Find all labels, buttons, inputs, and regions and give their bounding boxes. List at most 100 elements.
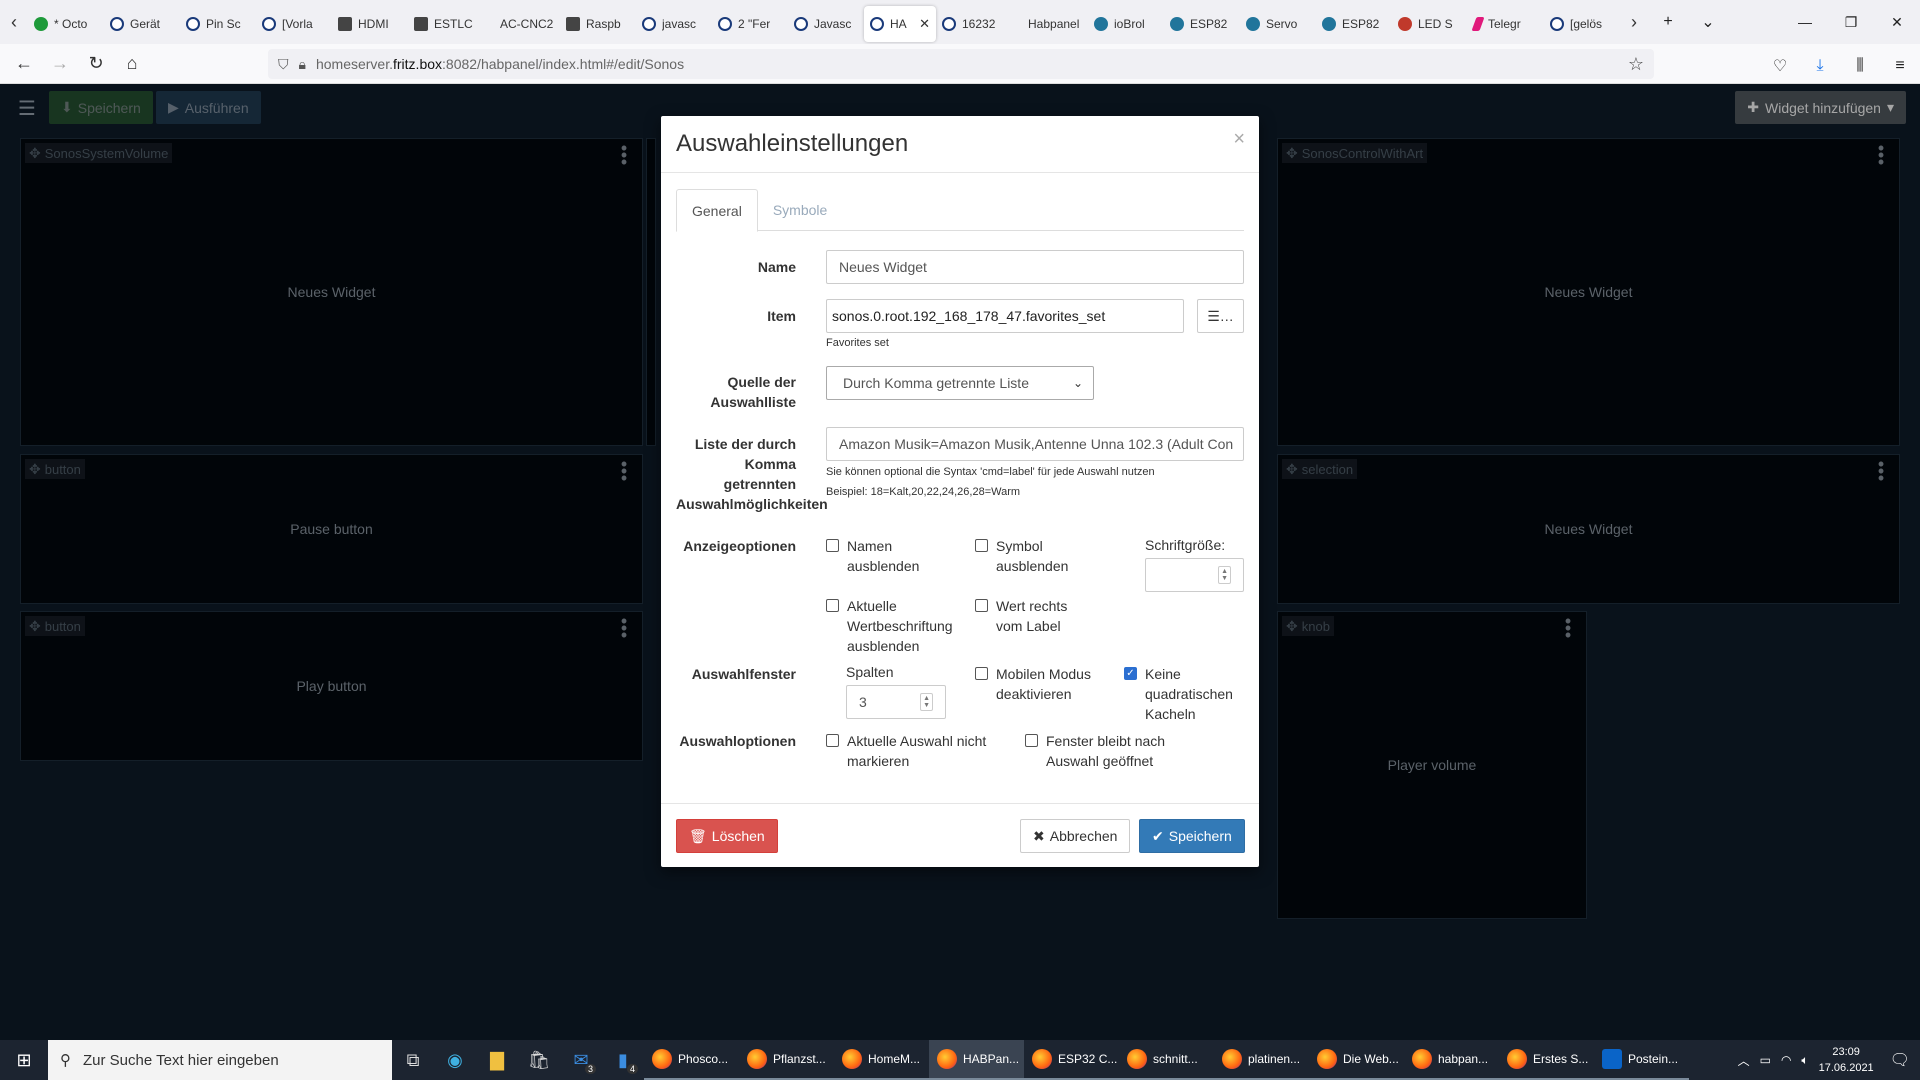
delete-button[interactable]: 🗑︎ Löschen bbox=[676, 819, 778, 853]
taskbar-app-firefox[interactable]: platinen... bbox=[1214, 1040, 1309, 1080]
menu-hamburger-icon[interactable]: ≡ bbox=[1880, 44, 1920, 88]
taskbar-app-firefox[interactable]: ESP32 C... bbox=[1024, 1040, 1119, 1080]
home-icon[interactable]: ⌂ bbox=[114, 44, 150, 84]
close-window-icon[interactable]: ✕ bbox=[1874, 0, 1920, 44]
font-size-stepper[interactable]: ▲ ▼ bbox=[1145, 558, 1244, 592]
mail-icon[interactable]: ✉ 3 bbox=[560, 1040, 602, 1080]
save-button[interactable]: ✔ Speichern bbox=[1139, 819, 1245, 853]
wifi-icon[interactable]: ◠ bbox=[1781, 1053, 1791, 1067]
taskbar-app-firefox[interactable]: Phosco... bbox=[644, 1040, 739, 1080]
taskbar-app-firefox[interactable]: schnitt... bbox=[1119, 1040, 1214, 1080]
pocket-icon[interactable]: ♡ bbox=[1760, 44, 1800, 88]
notifications-icon[interactable]: 🗨︎ bbox=[1890, 1050, 1910, 1070]
taskbar-app-firefox[interactable]: habpan... bbox=[1404, 1040, 1499, 1080]
hide-value-label-checkbox[interactable]: Aktuelle Wertbeschriftung ausblenden bbox=[826, 596, 967, 656]
taskbar-search-input[interactable]: ⚲ Zur Suche Text hier eingeben bbox=[48, 1040, 392, 1080]
bookmark-star-icon[interactable]: ☆ bbox=[1628, 54, 1644, 75]
tab-scroll-right-icon[interactable]: › bbox=[1620, 0, 1648, 44]
checkbox-mobile-mode[interactable] bbox=[975, 667, 988, 680]
browser-tab[interactable]: javasc bbox=[636, 6, 712, 42]
raspberry-icon bbox=[566, 17, 580, 31]
columns-stepper[interactable]: 3 ▲ ▼ bbox=[846, 685, 946, 719]
browser-tab[interactable]: AC-CNC2 bbox=[484, 6, 560, 42]
url-text[interactable]: homeserver.fritz.box:8082/habpanel/index… bbox=[316, 56, 684, 72]
browser-tab[interactable]: Javasc bbox=[788, 6, 864, 42]
phone-icon[interactable]: ▮ 4 bbox=[602, 1040, 644, 1080]
lock-icon[interactable]: 🔒︎ bbox=[299, 56, 306, 73]
browser-tab[interactable]: Habpanel bbox=[1012, 6, 1088, 42]
browser-tab[interactable]: Pin Sc bbox=[180, 6, 256, 42]
minimize-icon[interactable]: — bbox=[1782, 0, 1828, 44]
browser-tab[interactable]: ESP82 bbox=[1164, 6, 1240, 42]
hide-name-checkbox[interactable]: Namen ausblenden bbox=[826, 536, 957, 576]
dialog-close-icon[interactable]: × bbox=[1233, 128, 1245, 151]
browser-tab[interactable]: ESTLC bbox=[408, 6, 484, 42]
back-arrow-icon[interactable]: ← bbox=[6, 44, 42, 84]
item-picker-list-icon[interactable]: ☰… bbox=[1197, 299, 1244, 333]
taskbar-app-firefox[interactable]: Die Web... bbox=[1309, 1040, 1404, 1080]
browser-tab[interactable]: [gelös bbox=[1544, 6, 1620, 42]
checkbox-keep-open[interactable] bbox=[1025, 734, 1038, 747]
tab-scroll-left-icon[interactable]: ‹ bbox=[0, 0, 28, 44]
tab-close-icon[interactable]: ✕ bbox=[919, 16, 930, 32]
clock[interactable]: 23:09 17.06.2021 bbox=[1819, 1044, 1874, 1076]
file-explorer-icon[interactable]: ▇ bbox=[476, 1040, 518, 1080]
browser-tab[interactable]: Servo bbox=[1240, 6, 1316, 42]
library-icon[interactable]: ⫼ bbox=[1840, 44, 1880, 88]
tab-symbols[interactable]: Symbole bbox=[758, 189, 842, 231]
windows-start-icon[interactable]: ⊞ bbox=[0, 1040, 48, 1080]
store-icon[interactable]: 🛍︎ bbox=[518, 1040, 560, 1080]
restore-icon[interactable]: ❐ bbox=[1828, 0, 1874, 44]
list-input[interactable]: Amazon Musik=Amazon Musik,Antenne Unna 1… bbox=[826, 427, 1244, 461]
checkbox-hide-value[interactable] bbox=[826, 599, 839, 612]
browser-tab[interactable]: Telegr bbox=[1468, 6, 1544, 42]
tab-habpanel-active[interactable]: HA ✕ bbox=[864, 6, 936, 42]
checkbox-hide-name[interactable] bbox=[826, 539, 839, 552]
volume-icon[interactable]: 🔈︎ bbox=[1801, 1053, 1808, 1068]
edge-icon[interactable]: ◉ bbox=[434, 1040, 476, 1080]
browser-tab[interactable]: [Vorla bbox=[256, 6, 332, 42]
stepper-arrows-icon[interactable]: ▲ ▼ bbox=[920, 693, 933, 711]
taskbar-app-outlook[interactable]: Postein... bbox=[1594, 1040, 1689, 1080]
taskbar-app-firefox[interactable]: HABPan... bbox=[929, 1040, 1024, 1080]
checkbox-hide-symbol[interactable] bbox=[975, 539, 988, 552]
checkbox-no-square-tiles-check-icon[interactable]: ✓ bbox=[1124, 667, 1137, 680]
forward-arrow-icon[interactable]: → bbox=[42, 44, 78, 84]
mobile-mode-checkbox[interactable]: Mobilen Modus deaktivieren bbox=[975, 664, 1106, 704]
taskbar-app-firefox[interactable]: Pflanzst... bbox=[739, 1040, 834, 1080]
browser-tab[interactable]: ioBrol bbox=[1088, 6, 1164, 42]
url-bar[interactable]: ⛉ 🔒︎ homeserver.fritz.box:8082/habpanel/… bbox=[268, 49, 1654, 79]
checkbox-value-right[interactable] bbox=[975, 599, 988, 612]
task-view-icon[interactable]: ⧉ bbox=[392, 1040, 434, 1080]
tab-list-chevron-down-icon[interactable]: ⌄ bbox=[1688, 0, 1728, 44]
browser-tab[interactable]: 16232 bbox=[936, 6, 1012, 42]
stepper-arrows-icon[interactable]: ▲ ▼ bbox=[1218, 566, 1231, 584]
browser-tab[interactable]: * Octo bbox=[28, 6, 104, 42]
browser-tab[interactable]: ESP82 bbox=[1316, 6, 1392, 42]
browser-tab[interactable]: HDMI bbox=[332, 6, 408, 42]
no-square-tiles-checkbox[interactable]: ✓ Keine quadratischen Kacheln bbox=[1124, 664, 1245, 724]
tab-title: Pin Sc bbox=[206, 17, 241, 31]
tray-chevron-up-icon[interactable]: ︿ bbox=[1738, 1052, 1750, 1069]
shield-icon[interactable]: ⛉ bbox=[278, 56, 289, 73]
keep-open-checkbox[interactable]: Fenster bleibt nach Auswahl geöffnet bbox=[1025, 731, 1206, 771]
download-icon[interactable]: ⤓ bbox=[1800, 44, 1840, 88]
reload-icon[interactable]: ↻ bbox=[78, 44, 114, 84]
new-tab-plus-icon[interactable]: + bbox=[1648, 0, 1688, 44]
taskbar-app-firefox[interactable]: Erstes S... bbox=[1499, 1040, 1594, 1080]
browser-tab[interactable]: 2 "Fer bbox=[712, 6, 788, 42]
browser-tab[interactable]: Raspb bbox=[560, 6, 636, 42]
tab-general[interactable]: General bbox=[676, 189, 758, 232]
cancel-button[interactable]: ✖ Abbrechen bbox=[1020, 819, 1131, 853]
item-input[interactable]: sonos.0.root.192_168_178_47.favorites_se… bbox=[826, 299, 1184, 333]
browser-tab[interactable]: LED S bbox=[1392, 6, 1468, 42]
browser-tab[interactable]: Gerät bbox=[104, 6, 180, 42]
checkbox-no-mark[interactable] bbox=[826, 734, 839, 747]
source-select[interactable]: Durch Komma getrennte Liste ⌄ bbox=[826, 366, 1094, 400]
name-input[interactable]: Neues Widget bbox=[826, 250, 1244, 284]
hide-symbol-checkbox[interactable]: Symbol ausblenden bbox=[975, 536, 1106, 576]
battery-icon[interactable]: ▭ bbox=[1760, 1053, 1771, 1067]
no-mark-current-checkbox[interactable]: Aktuelle Auswahl nicht markieren bbox=[826, 731, 1007, 771]
value-right-checkbox[interactable]: Wert rechts vom Label bbox=[975, 596, 1106, 636]
taskbar-app-firefox[interactable]: HomeM... bbox=[834, 1040, 929, 1080]
